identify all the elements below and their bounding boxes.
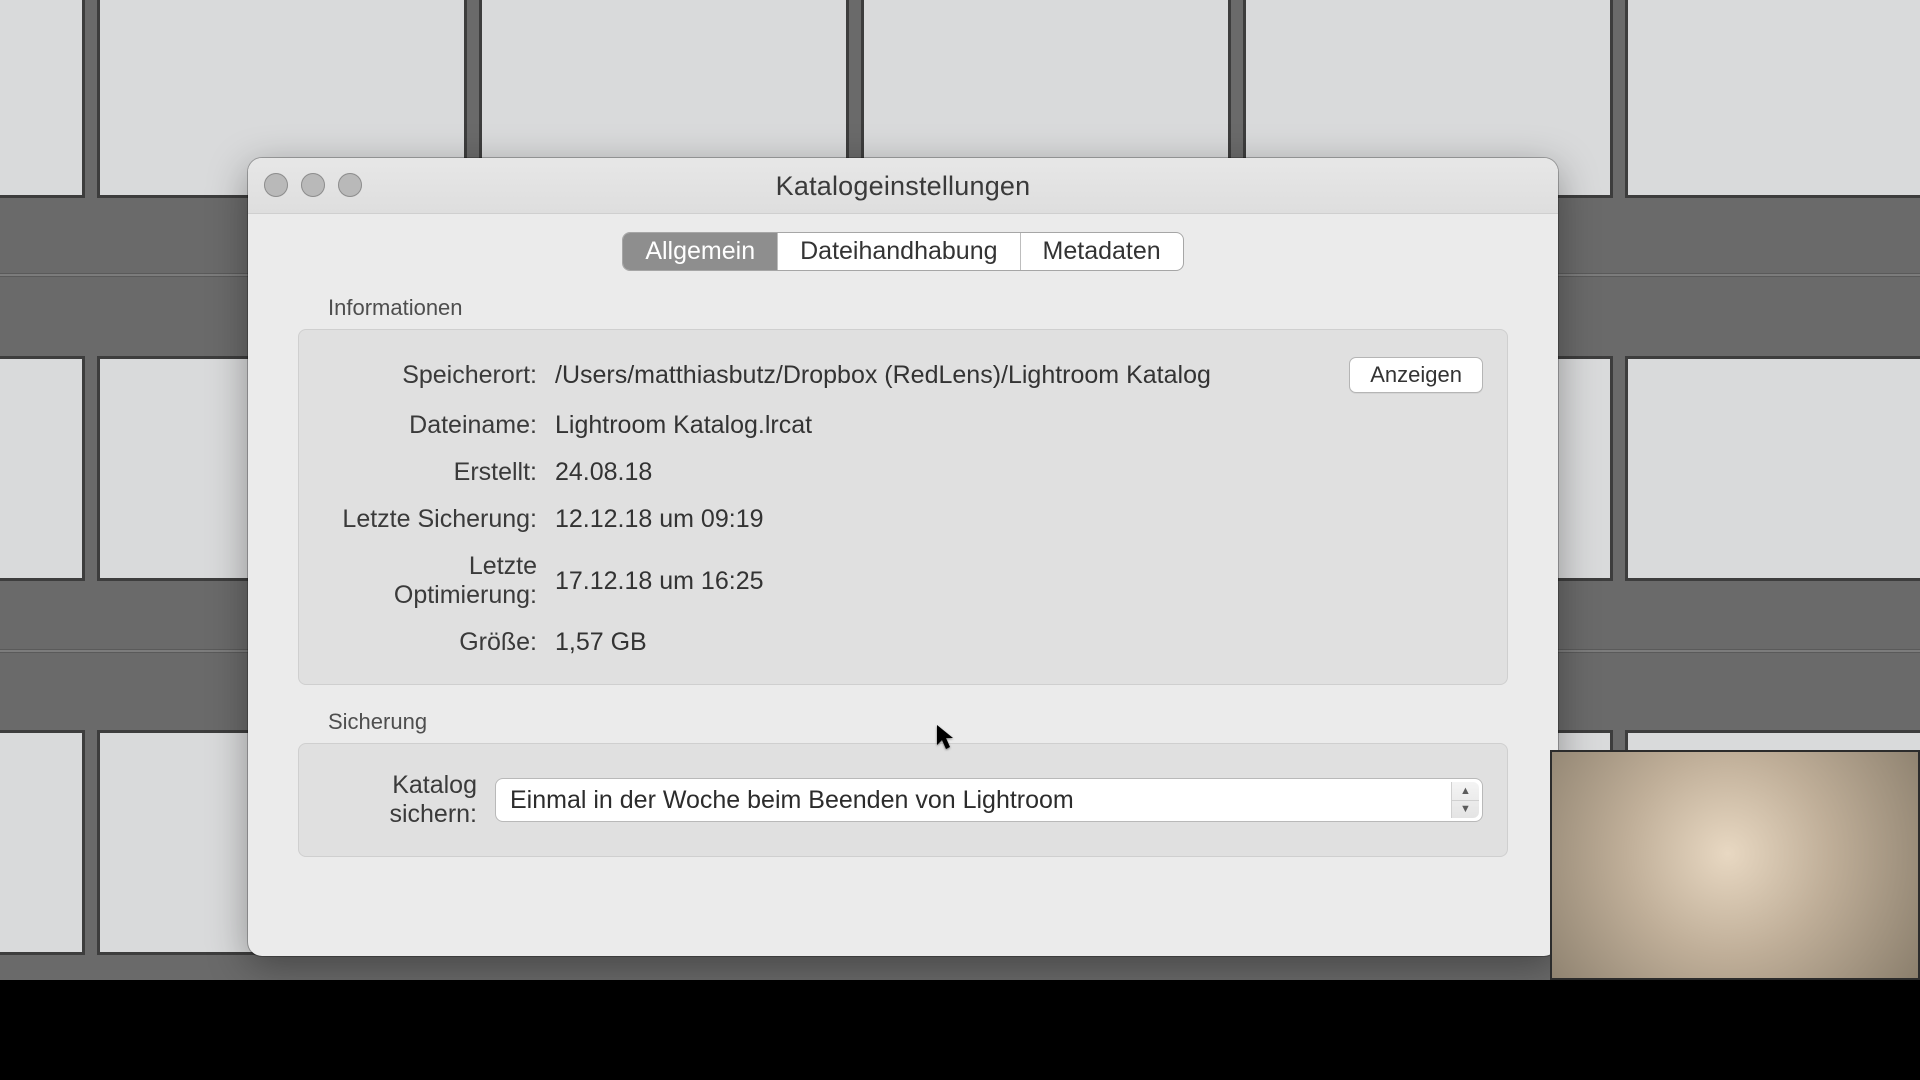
show-button[interactable]: Anzeigen: [1349, 357, 1483, 393]
tab-file-handling[interactable]: Dateihandhabung: [778, 233, 1020, 270]
label-filename: Dateiname:: [323, 411, 555, 440]
stepper-icon: ▲▼: [1451, 782, 1479, 818]
thumbnail[interactable]: [0, 359, 82, 578]
backup-schedule-value: Einmal in der Woche beim Beenden von Lig…: [510, 786, 1074, 815]
tab-metadata[interactable]: Metadaten: [1021, 233, 1183, 270]
tab-bar: Allgemein Dateihandhabung Metadaten: [248, 232, 1558, 271]
webcam-overlay: [1550, 750, 1920, 980]
dialog-title: Katalogeinstellungen: [248, 158, 1558, 214]
backup-schedule-select[interactable]: Einmal in der Woche beim Beenden von Lig…: [495, 778, 1483, 822]
label-size: Größe:: [323, 628, 555, 657]
titlebar: Katalogeinstellungen: [248, 158, 1558, 214]
letterbox-bottom: [0, 980, 1920, 1080]
label-last-optimize: Letzte Optimierung:: [323, 552, 555, 610]
section-heading-info: Informationen: [328, 295, 1508, 321]
value-created: 24.08.18: [555, 458, 1483, 487]
thumbnail[interactable]: [0, 733, 82, 952]
label-created: Erstellt:: [323, 458, 555, 487]
tab-panel-general: Informationen Speicherort: /Users/matthi…: [288, 295, 1518, 857]
thumbnail[interactable]: [1628, 359, 1920, 578]
label-last-backup: Letzte Sicherung:: [323, 505, 555, 534]
close-icon[interactable]: [264, 173, 288, 197]
minimize-icon[interactable]: [301, 173, 325, 197]
tab-general[interactable]: Allgemein: [623, 233, 778, 270]
info-box: Speicherort: /Users/matthiasbutz/Dropbox…: [298, 329, 1508, 685]
value-size: 1,57 GB: [555, 628, 1483, 657]
window-controls: [264, 173, 362, 197]
value-location: /Users/matthiasbutz/Dropbox (RedLens)/Li…: [555, 361, 1349, 390]
thumbnail[interactable]: [1628, 0, 1920, 195]
label-backup-schedule: Katalog sichern:: [323, 771, 495, 829]
thumbnail[interactable]: [0, 0, 82, 195]
value-filename: Lightroom Katalog.lrcat: [555, 411, 1483, 440]
value-last-optimize: 17.12.18 um 16:25: [555, 567, 1483, 596]
zoom-icon[interactable]: [338, 173, 362, 197]
section-heading-backup: Sicherung: [328, 709, 1508, 735]
value-last-backup: 12.12.18 um 09:19: [555, 505, 1483, 534]
backup-box: Katalog sichern: Einmal in der Woche bei…: [298, 743, 1508, 857]
catalog-settings-dialog: Katalogeinstellungen Allgemein Dateihand…: [248, 158, 1558, 956]
label-location: Speicherort:: [323, 361, 555, 390]
